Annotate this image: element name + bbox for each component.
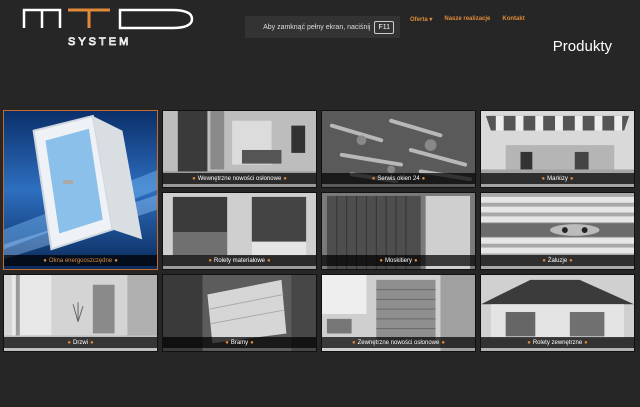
product-label: Serwis okien 24 [377, 175, 420, 182]
product-tile-markizy[interactable]: ● Markizy ● [480, 110, 635, 188]
product-tile-moskitiery[interactable]: ● Moskitiery ● [321, 192, 476, 270]
product-caption: ● Wewnętrzne nowości osłonowe ● [163, 173, 316, 184]
product-label: Żaluzje [547, 257, 568, 264]
fullscreen-notice-text: Aby zamknąć pełny ekran, naciśnij [263, 23, 371, 31]
product-tile-drzwi[interactable]: ● Drzwi ● [3, 274, 158, 352]
product-tile-rolety-materialowe[interactable]: ● Rolety materiałowe ● [162, 192, 317, 270]
product-tile-zewnetrzne[interactable]: ● Zewnętrzne nowości osłonowe ● [321, 274, 476, 352]
mtd-system-logo[interactable]: SYSTEM [22, 6, 198, 48]
product-tile-rolety-zewnetrzne[interactable]: ● Rolety zewnętrzne ● [480, 274, 635, 352]
product-caption: ● Zewnętrzne nowości osłonowe ● [322, 337, 475, 348]
product-label: Wewnętrzne nowości osłonowe [197, 175, 282, 182]
product-tile-okna[interactable]: ● Okna energooszczędne ● [3, 110, 158, 270]
f11-key-badge: F11 [374, 20, 394, 34]
product-label: Rolety zewnętrzne [532, 339, 583, 346]
product-label: Markizy [547, 175, 568, 182]
product-caption: ● Serwis okien 24 ● [322, 173, 475, 184]
product-caption: ● Żaluzje ● [481, 255, 634, 266]
product-caption: ● Okna energooszczędne ● [4, 255, 157, 266]
nav-item-oferta[interactable]: Oferta ▾ [410, 16, 432, 23]
product-caption: ● Rolety zewnętrzne ● [481, 337, 634, 348]
product-label: Okna energooszczędne [48, 257, 113, 264]
product-tile-serwis[interactable]: ● Serwis okien 24 ● [321, 110, 476, 188]
product-label: Rolety materiałowe [213, 257, 266, 264]
nav-item-realizacje[interactable]: Nasze realizacje [444, 16, 490, 23]
svg-text:SYSTEM: SYSTEM [68, 36, 131, 48]
product-label: Moskitiery [384, 257, 412, 264]
fullscreen-notice: Aby zamknąć pełny ekran, naciśnij F11 [245, 16, 400, 38]
product-grid: ● Wewnętrzne nowości osłonowe ● ● Okna e… [3, 110, 637, 354]
product-label: Zewnętrzne nowości osłonowe [357, 339, 440, 346]
product-tile-bramy[interactable]: ● Bramy ● [162, 274, 317, 352]
product-caption: ● Moskitiery ● [322, 255, 475, 266]
product-image [4, 111, 157, 269]
product-label: Bramy [230, 339, 249, 346]
main-nav: Oferta ▾ Nasze realizacje Kontakt [410, 16, 525, 23]
nav-item-kontakt[interactable]: Kontakt [502, 16, 524, 23]
page-title: Produkty [552, 38, 612, 55]
product-caption: ● Markizy ● [481, 173, 634, 184]
product-label: Drzwi [73, 339, 88, 346]
product-tile-zaluzje[interactable]: ● Żaluzje ● [480, 192, 635, 270]
product-caption: ● Rolety materiałowe ● [163, 255, 316, 266]
product-tile-wewnetrzne[interactable]: ● Wewnętrzne nowości osłonowe ● [162, 110, 317, 188]
product-caption: ● Drzwi ● [4, 337, 157, 348]
product-caption: ● Bramy ● [163, 337, 316, 348]
